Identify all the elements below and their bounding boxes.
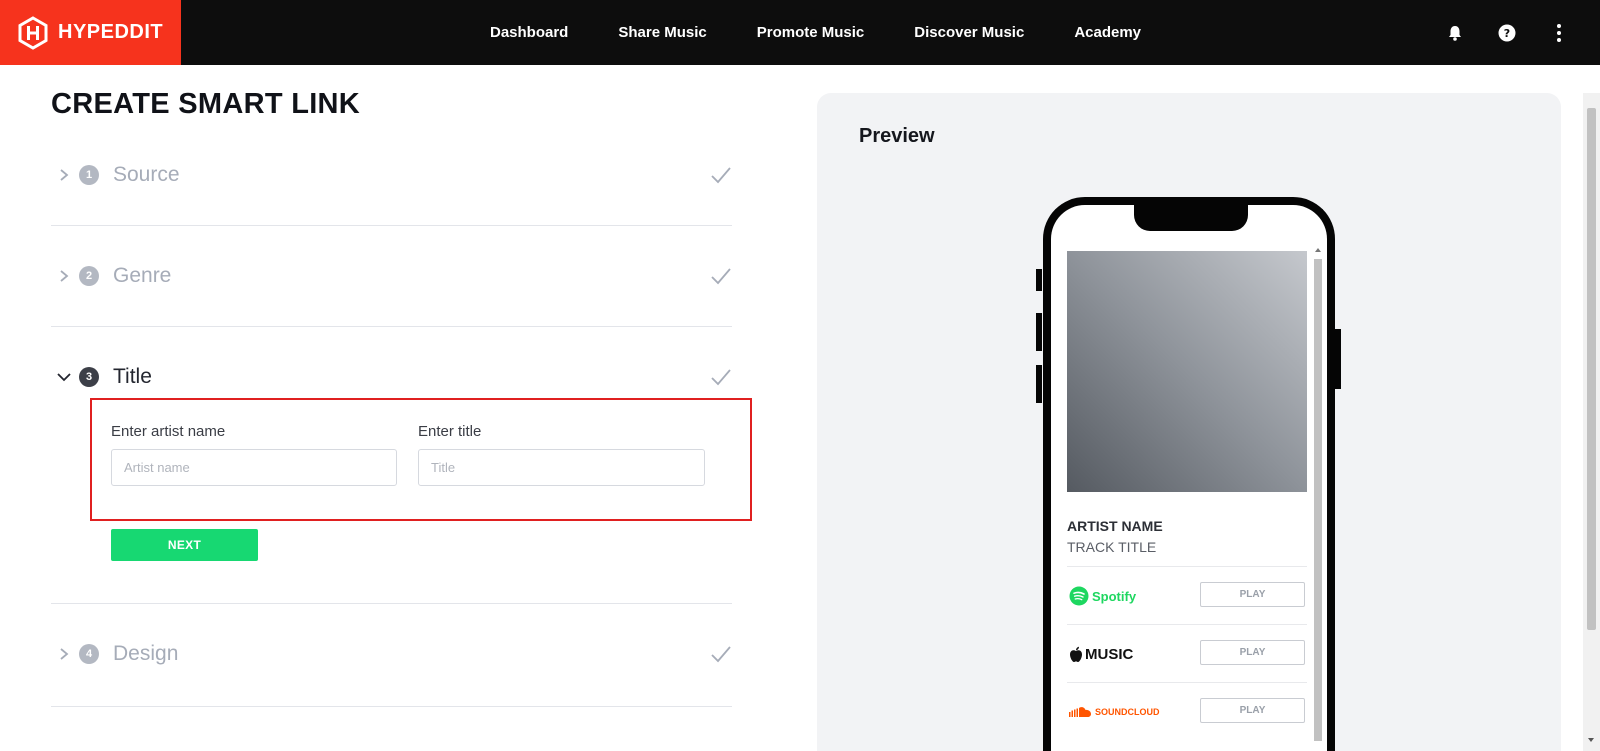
step-source[interactable]: 1 Source — [51, 155, 732, 195]
preview-track-title: TRACK TITLE — [1067, 539, 1157, 555]
service-row-apple-music: MUSIC PLAY — [1067, 624, 1307, 682]
preview-heading: Preview — [859, 125, 935, 147]
service-row-soundcloud: SOUNDCLOUD PLAY — [1067, 682, 1307, 740]
divider — [51, 225, 732, 226]
check-icon — [711, 646, 731, 663]
step-design[interactable]: 4 Design — [51, 634, 732, 674]
step-number: 1 — [79, 165, 99, 185]
phone-side-button — [1036, 365, 1042, 403]
help-icon[interactable]: ? — [1496, 22, 1518, 44]
phone-side-button — [1335, 329, 1341, 389]
soundcloud-icon — [1069, 707, 1091, 717]
check-icon — [711, 369, 731, 386]
chevron-right-icon — [60, 648, 69, 660]
step-label: Source — [113, 163, 180, 186]
divider — [51, 603, 732, 604]
step-genre[interactable]: 2 Genre — [51, 256, 732, 296]
check-icon — [711, 268, 731, 285]
step-source-header[interactable]: 1 Source — [51, 155, 732, 195]
phone-side-button — [1036, 313, 1042, 351]
next-button[interactable]: NEXT — [111, 529, 258, 561]
phone-scroll-thumb[interactable] — [1314, 259, 1322, 741]
apple-music-play-button[interactable]: PLAY — [1200, 640, 1305, 665]
step-label: Genre — [113, 264, 172, 287]
phone-notch — [1134, 201, 1248, 231]
apple-icon — [1070, 646, 1082, 662]
svg-text:?: ? — [1504, 27, 1510, 40]
title-label: Enter title — [418, 423, 482, 440]
chevron-down-icon — [57, 373, 71, 382]
service-row-spotify: Spotify PLAY — [1067, 566, 1307, 624]
step-label: Title — [113, 365, 152, 388]
preview-artist-name: ARTIST NAME — [1067, 518, 1163, 534]
spotify-logo: Spotify — [1069, 585, 1136, 607]
spotify-wordmark: Spotify — [1092, 588, 1137, 604]
scroll-down-arrow-icon[interactable] — [1586, 735, 1596, 745]
brand-logo[interactable]: HYPEDDIT — [0, 0, 181, 65]
nav-discover-music[interactable]: Discover Music — [914, 24, 1024, 41]
nav-share-music[interactable]: Share Music — [618, 24, 706, 41]
phone-mockup: ARTIST NAME TRACK TITLE Spotify PLAY MUS… — [1043, 197, 1335, 751]
nav-dashboard[interactable]: Dashboard — [490, 24, 568, 41]
step-number: 2 — [79, 266, 99, 286]
step-number: 4 — [79, 644, 99, 664]
chevron-right-icon — [60, 169, 69, 181]
step-label: Design — [113, 642, 179, 665]
spotify-play-button[interactable]: PLAY — [1200, 582, 1305, 607]
title-input[interactable] — [418, 449, 705, 486]
artist-name-label: Enter artist name — [111, 423, 226, 440]
bell-icon[interactable] — [1444, 22, 1466, 44]
nav-icons: ? — [1444, 0, 1600, 65]
step-genre-header[interactable]: 2 Genre — [51, 256, 732, 296]
step-design-header[interactable]: 4 Design — [51, 634, 732, 674]
phone-side-button — [1036, 269, 1042, 291]
chevron-right-icon — [60, 270, 69, 282]
soundcloud-logo: SOUNDCLOUD — [1069, 701, 1160, 723]
spotify-icon — [1069, 586, 1089, 606]
nav-academy[interactable]: Academy — [1074, 24, 1141, 41]
phone-scrollbar[interactable] — [1313, 245, 1323, 751]
nav-promote-music[interactable]: Promote Music — [757, 24, 865, 41]
apple-music-logo: MUSIC — [1069, 643, 1133, 665]
apple-music-wordmark: MUSIC — [1085, 645, 1134, 663]
artist-name-input[interactable] — [111, 449, 397, 486]
top-navbar: HYPEDDIT Dashboard Share Music Promote M… — [0, 0, 1600, 65]
hypeddit-logo-icon — [18, 15, 48, 50]
preview-panel: Preview ARTIST NAME TRACK TITLE Spotify … — [817, 93, 1561, 751]
step-title[interactable]: 3 Title — [51, 357, 732, 397]
main-nav: Dashboard Share Music Promote Music Disc… — [490, 0, 1191, 65]
more-vertical-icon[interactable] — [1548, 22, 1570, 44]
step-title-header[interactable]: 3 Title — [51, 357, 732, 397]
divider — [51, 326, 732, 327]
page-scroll-thumb[interactable] — [1587, 108, 1596, 630]
step-number: 3 — [79, 367, 99, 387]
check-icon — [711, 167, 731, 184]
brand-name: HYPEDDIT — [58, 21, 164, 43]
album-artwork — [1067, 251, 1307, 492]
soundcloud-play-button[interactable]: PLAY — [1200, 698, 1305, 723]
scroll-up-arrow-icon[interactable] — [1313, 245, 1323, 255]
page-title: CREATE SMART LINK — [51, 88, 361, 120]
divider — [51, 706, 732, 707]
soundcloud-wordmark: SOUNDCLOUD — [1095, 707, 1160, 717]
